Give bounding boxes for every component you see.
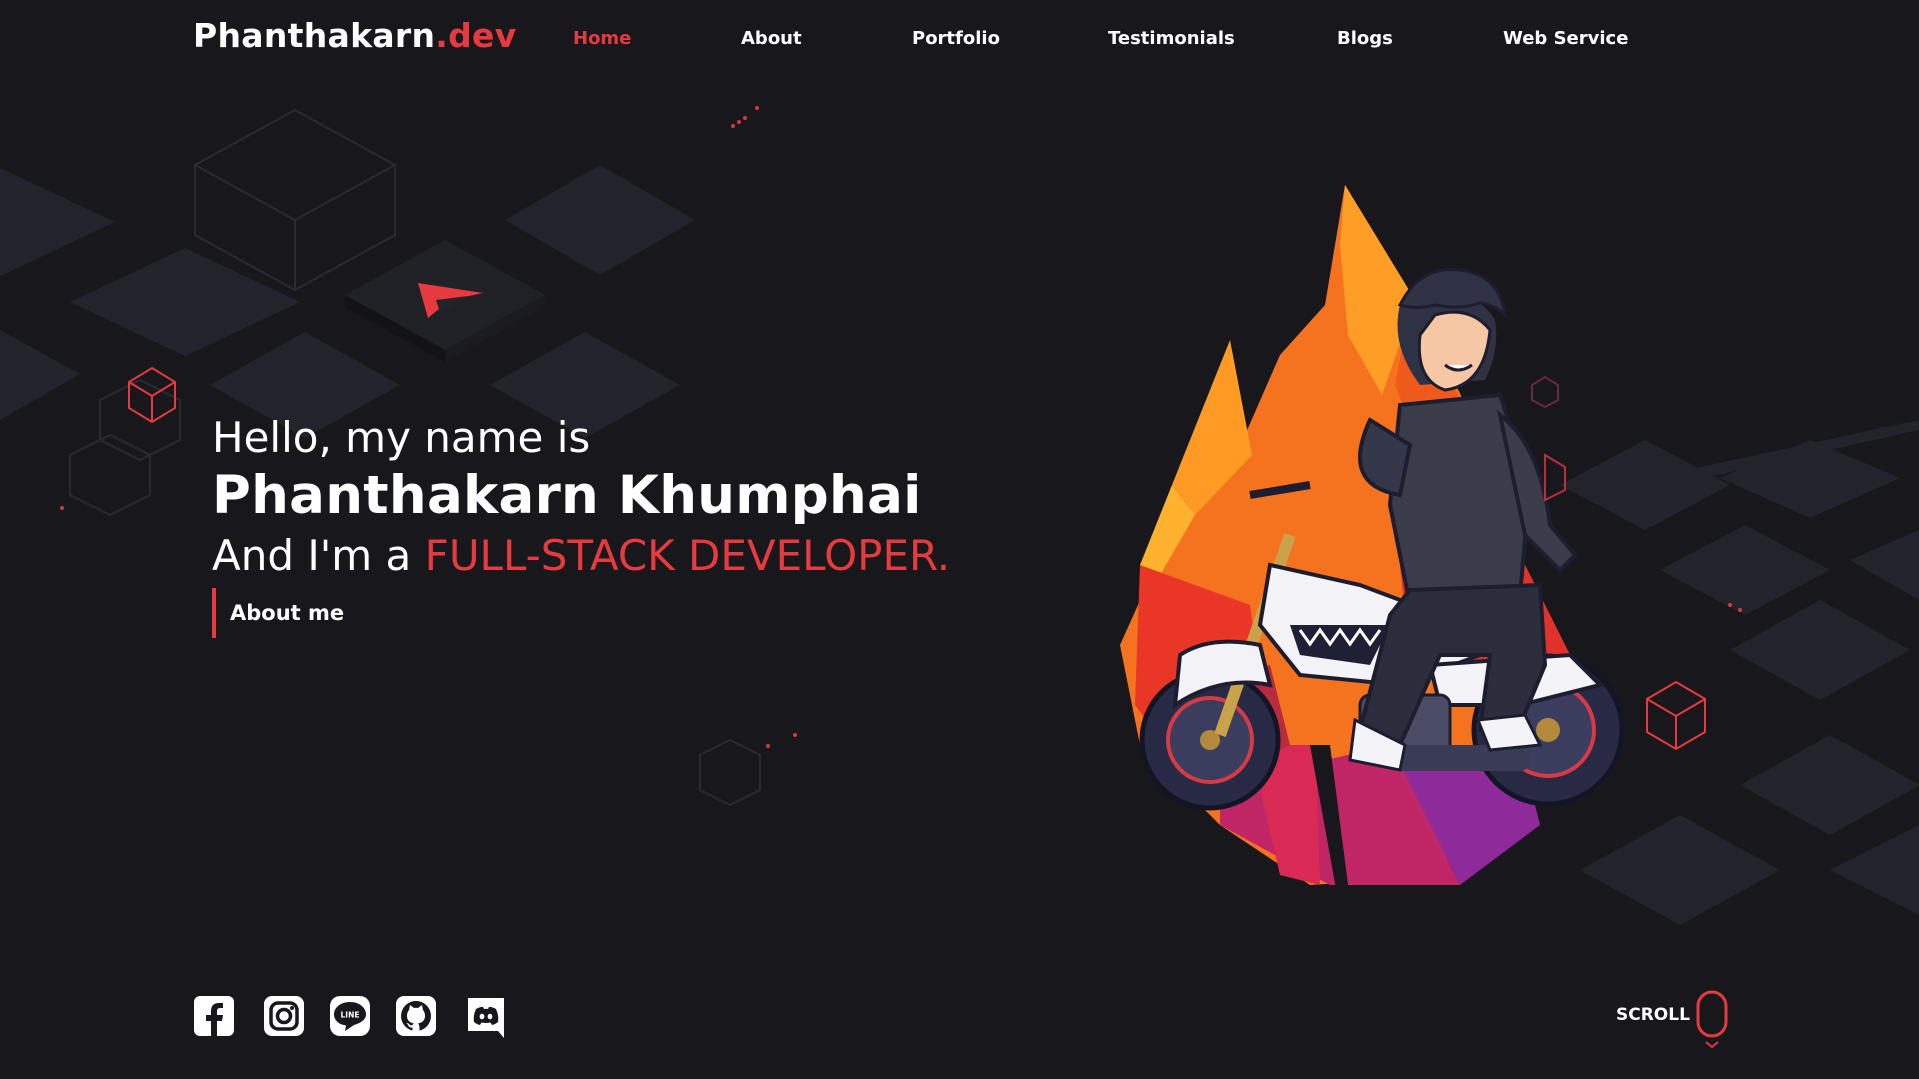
hero-role-line: And I'm a FULL-STACK DEVELOPER.: [212, 528, 950, 584]
scroll-mouse-icon[interactable]: [1694, 990, 1730, 1050]
nav-testimonials[interactable]: Testimonials: [1108, 28, 1235, 49]
line-icon[interactable]: LINE: [328, 994, 372, 1038]
hero-intro: Hello, my name is Phanthakarn Khumphai A…: [212, 412, 950, 584]
about-me-link[interactable]: About me: [212, 588, 344, 638]
hero-illustration: [1120, 185, 1625, 900]
github-icon[interactable]: [394, 994, 438, 1038]
nav-portfolio[interactable]: Portfolio: [912, 28, 1000, 49]
hero-role-prefix: And I'm a: [212, 531, 425, 580]
nav-about[interactable]: About: [741, 28, 802, 49]
discord-icon[interactable]: [464, 994, 508, 1038]
line-icon-text: LINE: [341, 1011, 360, 1020]
nav-web-service[interactable]: Web Service: [1503, 28, 1628, 49]
main-nav: Home About Portfolio Testimonials Blogs …: [0, 28, 1919, 52]
facebook-icon[interactable]: [192, 994, 236, 1038]
hero-role: FULL-STACK DEVELOPER.: [424, 531, 951, 580]
nav-home[interactable]: Home: [573, 28, 631, 49]
instagram-icon[interactable]: [262, 994, 306, 1038]
hero-name: Phanthakarn Khumphai: [212, 465, 922, 526]
nav-blogs[interactable]: Blogs: [1337, 28, 1393, 49]
scroll-label: SCROLL: [1616, 1005, 1690, 1025]
hero-greeting: Hello, my name is: [212, 413, 591, 462]
